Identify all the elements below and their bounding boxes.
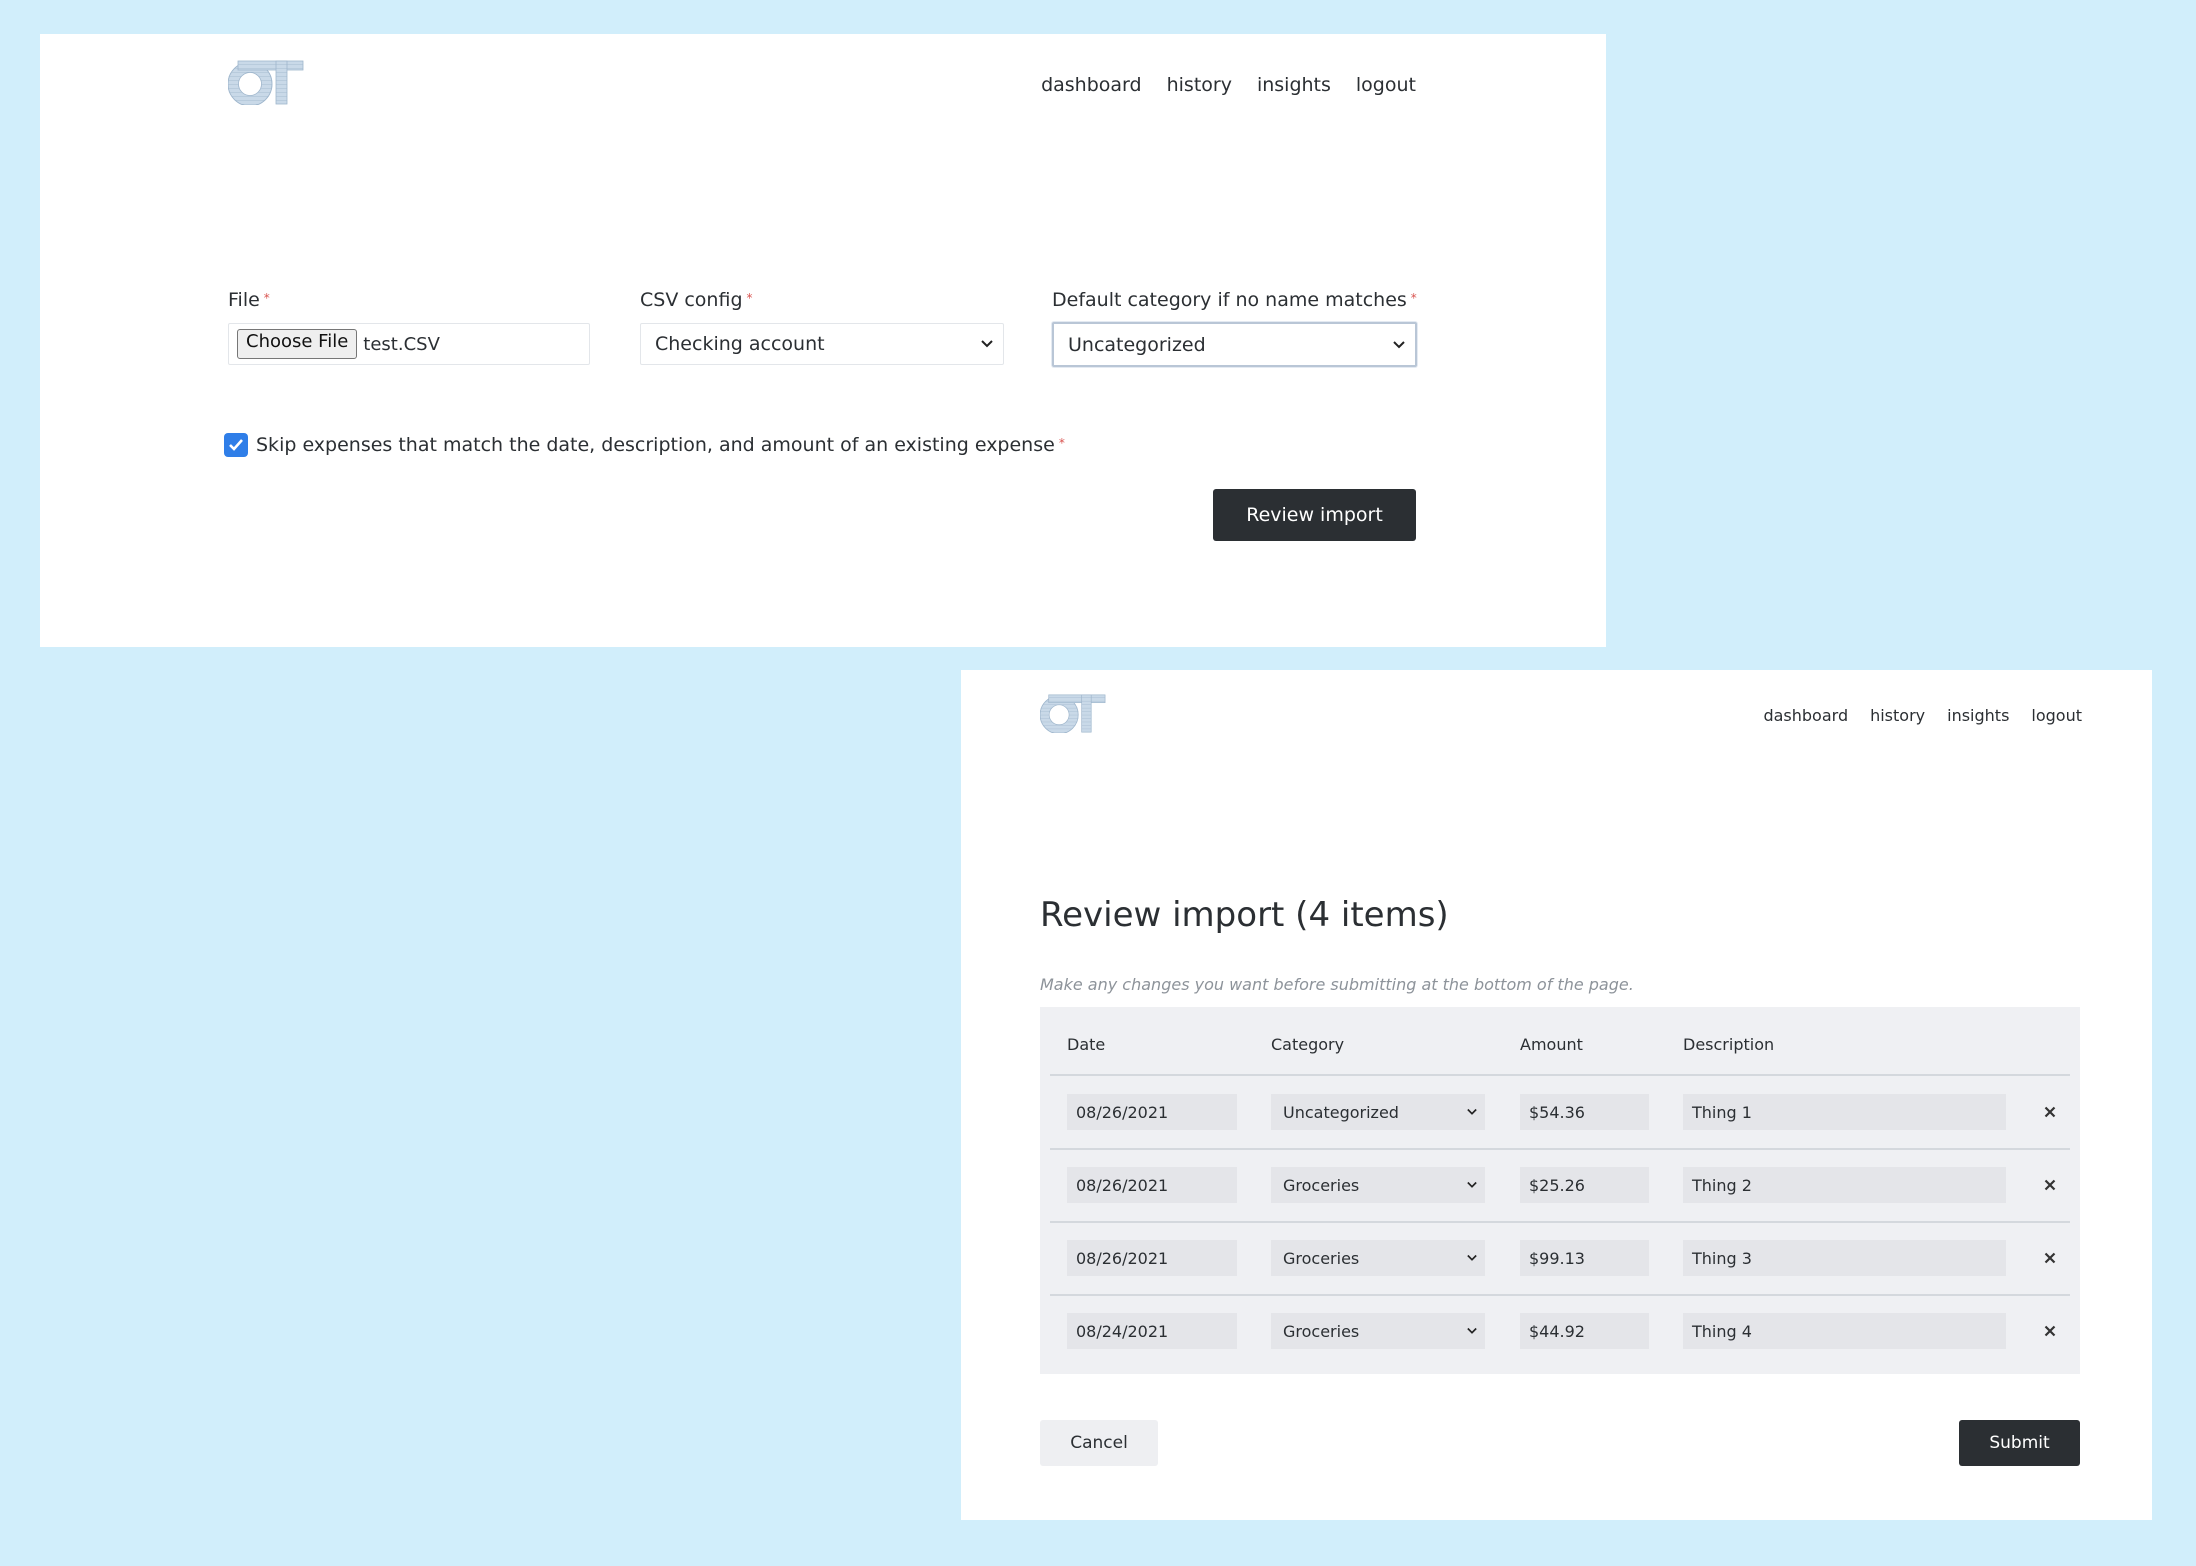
table-row: 08/24/2021 Groceries $44.92 Thing 4 [1040,1295,2080,1367]
column-header-date: Date [1067,1035,1106,1054]
category-select[interactable]: Groceries [1271,1313,1485,1349]
nav-history[interactable]: history [1870,706,1925,725]
chevron-down-icon [1467,1108,1477,1115]
skip-duplicates-checkbox[interactable] [224,433,248,457]
chevron-down-icon [981,340,993,348]
column-header-amount: Amount [1520,1035,1583,1054]
description-input[interactable]: Thing 1 [1683,1094,2006,1130]
top-nav: dashboard history insights logout [1763,706,2082,725]
chevron-down-icon [1467,1327,1477,1334]
amount-input[interactable]: $54.36 [1520,1094,1649,1130]
amount-input[interactable]: $25.26 [1520,1167,1649,1203]
selected-file-name: test.CSV [363,333,440,355]
nav-logout[interactable]: logout [2031,706,2082,725]
required-marker: * [1410,291,1417,305]
file-label: File * [228,289,270,311]
remove-row-button[interactable] [2038,1319,2062,1343]
table-row: 08/26/2021 Groceries $99.13 Thing 3 [1040,1222,2080,1294]
review-table: Date Category Amount Description 08/26/2… [1040,1007,2080,1374]
app-logo-mark [1040,694,1106,733]
category-value: Groceries [1283,1175,1360,1195]
choose-file-button[interactable]: Choose File [237,329,358,359]
chevron-down-icon [1467,1181,1477,1188]
amount-input[interactable]: $44.92 [1520,1313,1649,1349]
app-logo[interactable] [1040,694,1106,733]
file-input[interactable]: Choose File test.CSV [228,323,590,365]
nav-dashboard[interactable]: dashboard [1041,74,1142,96]
category-select[interactable]: Groceries [1271,1167,1485,1203]
default-category-label: Default category if no name matches * [1052,289,1417,311]
date-input[interactable]: 08/24/2021 [1067,1313,1237,1349]
description-input[interactable]: Thing 4 [1683,1313,2006,1349]
nav-history[interactable]: history [1167,74,1232,96]
category-value: Groceries [1283,1321,1360,1341]
column-header-description: Description [1683,1035,1775,1054]
csv-config-label: CSV config * [640,289,753,311]
required-marker: * [263,291,270,305]
amount-input[interactable]: $99.13 [1520,1240,1649,1276]
required-marker: * [746,291,753,305]
submit-button[interactable]: Submit [1959,1420,2080,1466]
default-category-value: Uncategorized [1068,333,1206,356]
chevron-down-icon [1467,1254,1477,1261]
csv-config-value: Checking account [655,333,825,355]
remove-row-button[interactable] [2038,1100,2062,1124]
table-row: 08/26/2021 Groceries $25.26 Thing 2 [1040,1149,2080,1221]
close-icon [2044,1252,2056,1264]
description-input[interactable]: Thing 3 [1683,1240,2006,1276]
top-nav: dashboard history insights logout [1041,74,1416,96]
date-input[interactable]: 08/26/2021 [1067,1094,1237,1130]
close-icon [2044,1106,2056,1118]
import-form-panel: dashboard history insights logout File * … [40,34,1606,647]
app-logo[interactable] [228,60,304,105]
page-subtitle: Make any changes you want before submitt… [1040,975,1634,994]
date-input[interactable]: 08/26/2021 [1067,1240,1237,1276]
nav-dashboard[interactable]: dashboard [1763,706,1848,725]
review-import-button[interactable]: Review import [1213,489,1416,541]
default-category-select[interactable]: Uncategorized [1052,322,1417,367]
checkmark-icon [229,439,243,451]
default-category-label-text: Default category if no name matches [1052,289,1407,311]
close-icon [2044,1325,2056,1337]
required-marker: * [1058,436,1065,450]
description-input[interactable]: Thing 2 [1683,1167,2006,1203]
page-title: Review import (4 items) [1040,895,1449,935]
skip-duplicates-label: Skip expenses that match the date, descr… [256,434,1065,456]
close-icon [2044,1179,2056,1191]
csv-config-label-text: CSV config [640,289,743,311]
category-value: Groceries [1283,1248,1360,1268]
csv-config-select[interactable]: Checking account [640,323,1004,365]
category-select[interactable]: Uncategorized [1271,1094,1485,1130]
column-header-category: Category [1271,1035,1345,1054]
file-label-text: File [228,289,260,311]
nav-insights[interactable]: insights [1947,706,2009,725]
chevron-down-icon [1393,340,1405,348]
date-input[interactable]: 08/26/2021 [1067,1167,1237,1203]
remove-row-button[interactable] [2038,1173,2062,1197]
review-import-panel: dashboard history insights logout Review… [961,670,2152,1520]
category-select[interactable]: Groceries [1271,1240,1485,1276]
table-row: 08/26/2021 Uncategorized $54.36 Thing 1 [1040,1076,2080,1148]
category-value: Uncategorized [1283,1102,1399,1122]
skip-duplicates-label-text: Skip expenses that match the date, descr… [256,434,1055,456]
remove-row-button[interactable] [2038,1246,2062,1270]
cancel-button[interactable]: Cancel [1040,1420,1158,1466]
app-logo-mark [228,60,304,105]
nav-insights[interactable]: insights [1257,74,1331,96]
nav-logout[interactable]: logout [1356,74,1416,96]
